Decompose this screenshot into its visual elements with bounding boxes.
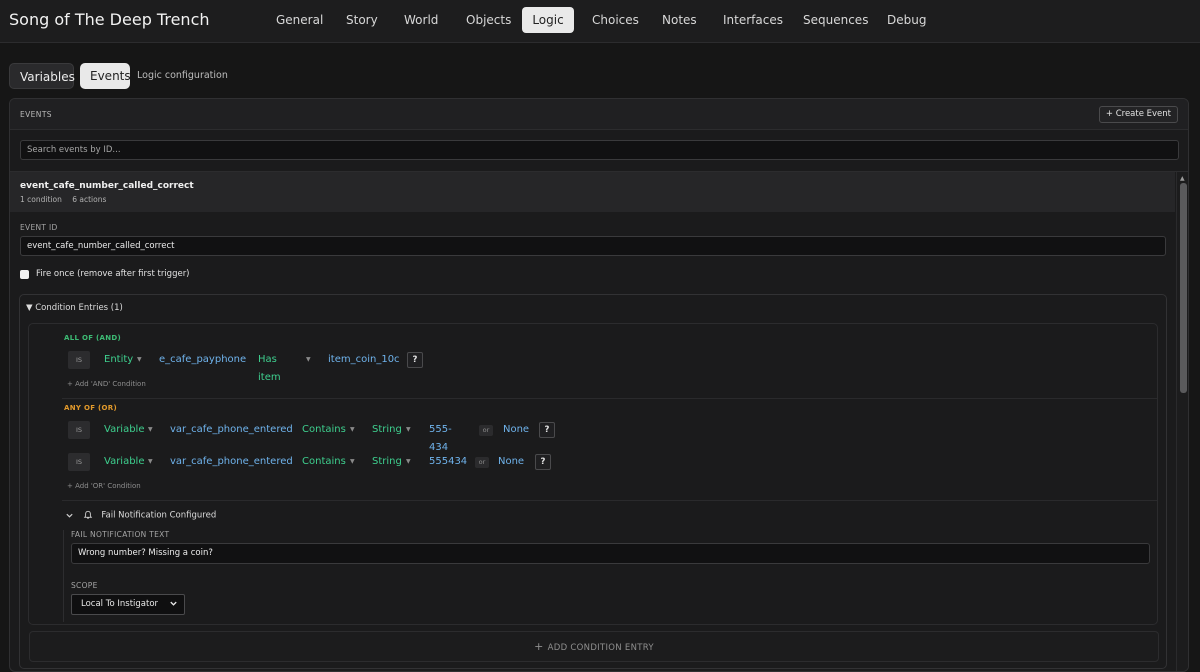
condition-type-select[interactable]: Entity	[104, 351, 133, 369]
tab-world[interactable]: World	[394, 7, 448, 33]
fail-text-input[interactable]: Wrong number? Missing a coin?	[71, 543, 1150, 564]
chevron-down-icon	[170, 601, 177, 606]
condition-type-select[interactable]: Variable	[104, 421, 145, 439]
scroll-up-icon[interactable]: ▲	[1180, 175, 1185, 182]
alt-value[interactable]: None	[503, 421, 529, 439]
event-list-scrollbar[interactable]: ▲	[1176, 172, 1188, 671]
or-separator: or	[479, 425, 493, 436]
event-id-input[interactable]: event_cafe_number_called_correct	[20, 236, 1166, 256]
or-group-label: ANY OF (OR)	[64, 404, 117, 412]
subtab-variables[interactable]: Variables	[9, 63, 75, 89]
condition-value[interactable]: 555434	[429, 453, 467, 471]
condition-entries-section: ▼ Condition Entries (1) ALL OF (AND) IS …	[19, 294, 1167, 669]
condition-operator-select[interactable]: Has item	[258, 351, 281, 383]
scope-value: Local To Instigator	[81, 599, 159, 609]
event-summary-row[interactable]: event_cafe_number_called_correct 1 condi…	[10, 172, 1175, 212]
fire-once-checkbox[interactable]	[20, 270, 29, 279]
event-name: event_cafe_number_called_correct	[20, 181, 194, 191]
add-or-condition-button[interactable]: + Add 'OR' Condition	[67, 482, 141, 490]
help-button[interactable]: ?	[535, 454, 551, 470]
tab-story[interactable]: Story	[336, 7, 388, 33]
and-group-label: ALL OF (AND)	[64, 334, 122, 342]
divider	[62, 500, 1157, 501]
event-condition-count: 1 condition	[20, 195, 62, 204]
tab-debug[interactable]: Debug	[877, 7, 936, 33]
add-and-condition-button[interactable]: + Add 'AND' Condition	[67, 380, 146, 388]
top-nav-bar: Song of The Deep Trench General Story Wo…	[0, 0, 1200, 43]
event-meta: 1 condition 6 actions	[20, 195, 106, 204]
chevron-down-icon: ▼	[350, 458, 355, 465]
fail-notification-header: Fail Notification Configured	[101, 510, 217, 521]
condition-operator-select[interactable]: Contains	[302, 421, 346, 439]
tab-objects[interactable]: Objects	[456, 7, 521, 33]
or-separator: or	[475, 457, 489, 468]
chevron-down-icon: ▼	[306, 356, 311, 363]
tab-interfaces[interactable]: Interfaces	[713, 7, 793, 33]
scope-label: SCOPE	[71, 581, 98, 590]
chevron-down-icon: ▼	[406, 426, 411, 433]
chevron-down-icon	[66, 513, 73, 518]
events-panel-title: EVENTS	[20, 110, 52, 119]
tab-sequences[interactable]: Sequences	[793, 7, 878, 33]
subtab-caption: Logic configuration	[137, 70, 228, 81]
divider	[62, 398, 1157, 399]
chevron-down-icon: ▼	[148, 426, 153, 433]
add-condition-entry-label: ADD CONDITION ENTRY	[547, 643, 654, 653]
plus-icon: +	[534, 640, 544, 653]
value-type-select[interactable]: String	[372, 421, 402, 439]
search-events-input[interactable]	[20, 140, 1179, 160]
fire-once-label: Fire once (remove after first trigger)	[36, 269, 190, 279]
tab-general[interactable]: General	[266, 7, 333, 33]
is-badge[interactable]: IS	[68, 351, 90, 369]
alt-value[interactable]: None	[498, 453, 524, 471]
fail-text-label: FAIL NOTIFICATION TEXT	[71, 530, 170, 539]
scrollbar-thumb[interactable]	[1180, 183, 1187, 393]
create-event-button[interactable]: + Create Event	[1098, 106, 1178, 123]
condition-value[interactable]: 555-434	[429, 421, 452, 453]
condition-entries-toggle[interactable]: ▼ Condition Entries (1)	[26, 303, 123, 313]
value-type-select[interactable]: String	[372, 453, 402, 471]
fail-section-rule	[63, 530, 64, 622]
condition-target[interactable]: var_cafe_phone_entered	[170, 453, 293, 471]
chevron-down-icon: ▼	[350, 426, 355, 433]
event-list: event_cafe_number_called_correct 1 condi…	[10, 171, 1188, 671]
condition-operator-select[interactable]: Contains	[302, 453, 346, 471]
tab-notes[interactable]: Notes	[652, 7, 707, 33]
chevron-down-icon: ▼	[406, 458, 411, 465]
condition-target[interactable]: e_cafe_payphone	[159, 351, 246, 369]
is-badge[interactable]: IS	[68, 421, 90, 439]
tab-logic[interactable]: Logic	[522, 7, 574, 33]
tab-choices[interactable]: Choices	[582, 7, 649, 33]
condition-type-select[interactable]: Variable	[104, 453, 145, 471]
add-condition-entry-button[interactable]: + ADD CONDITION ENTRY	[29, 631, 1159, 662]
condition-entry: ALL OF (AND) IS Entity ▼ e_cafe_payphone…	[28, 323, 1158, 625]
event-id-label: EVENT ID	[20, 223, 58, 232]
scope-select[interactable]: Local To Instigator	[71, 594, 185, 615]
is-badge[interactable]: IS	[68, 453, 90, 471]
chevron-down-icon: ▼	[148, 458, 153, 465]
condition-value[interactable]: item_coin_10c	[328, 351, 400, 369]
event-action-count: 6 actions	[72, 195, 107, 204]
events-panel-header: EVENTS + Create Event	[10, 99, 1188, 130]
events-panel: EVENTS + Create Event event_cafe_number_…	[9, 98, 1189, 672]
bell-icon	[83, 510, 92, 519]
subtab-events[interactable]: Events	[80, 63, 131, 89]
app-title: Song of The Deep Trench	[9, 10, 210, 29]
fail-notification-toggle[interactable]: Fail Notification Configured	[65, 510, 216, 521]
condition-target[interactable]: var_cafe_phone_entered	[170, 421, 293, 439]
chevron-down-icon: ▼	[137, 356, 142, 363]
help-button[interactable]: ?	[539, 422, 555, 438]
help-button[interactable]: ?	[407, 352, 423, 368]
